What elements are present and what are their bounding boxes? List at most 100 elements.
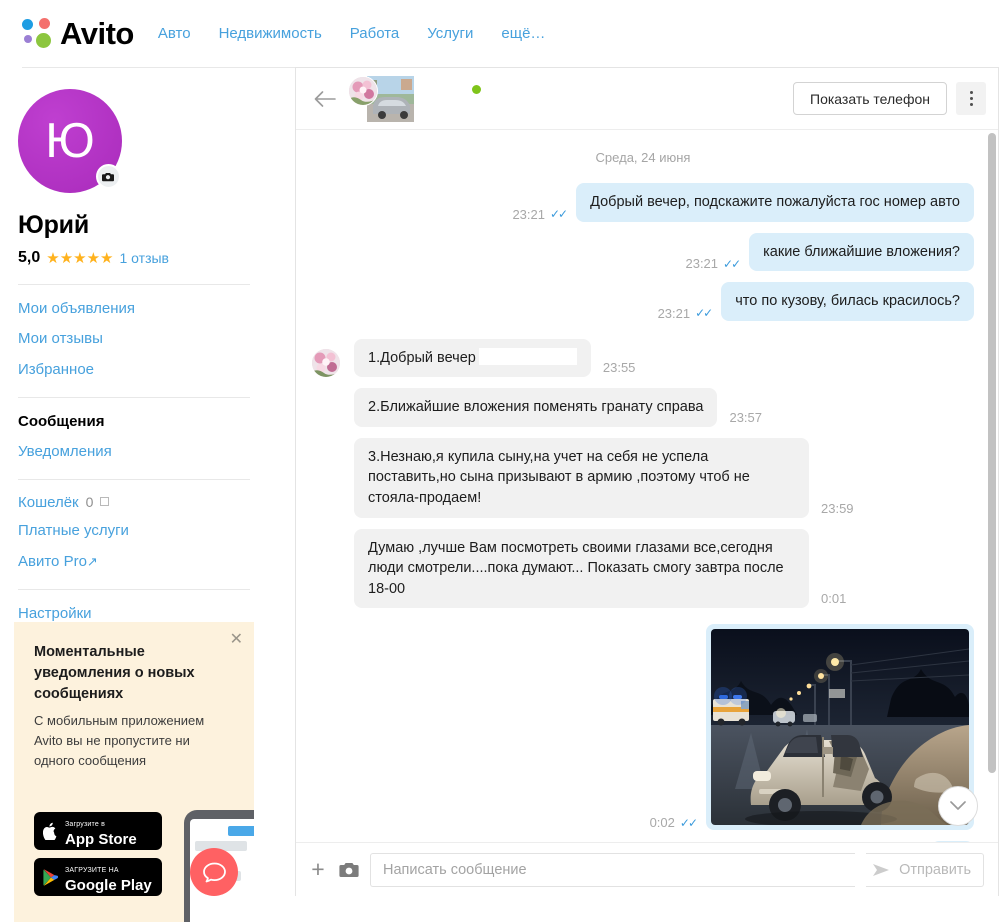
main-nav: Авто Недвижимость Работа Услуги ещё… (158, 25, 546, 42)
date-separator: Среда, 24 июня (312, 150, 974, 165)
reviews-count-link[interactable]: 1 отзыв (120, 250, 170, 266)
sidebar-item-avito-pro[interactable]: Авито Pro↗ (18, 552, 270, 572)
google-play-sub: ЗАГРУЗИТЕ НА (65, 867, 119, 874)
contact-avatar-image[interactable] (312, 349, 340, 377)
sidebar-item-messages[interactable]: Сообщения (18, 412, 270, 432)
message-time: 23:21 (512, 207, 545, 222)
sidebar-item-wallet[interactable]: Кошелёк 0 (18, 494, 270, 511)
avito-logo[interactable]: Avito (22, 18, 134, 49)
read-receipt-icon: ✓✓ (680, 816, 696, 830)
change-photo-camera-icon[interactable] (96, 164, 121, 189)
nav-item-auto[interactable]: Авто (158, 25, 191, 42)
message-row[interactable]: 23:21 ✓✓ что по кузову, билась красилось… (312, 282, 974, 321)
message-text: 2.Ближайшие вложения поменять гранату сп… (354, 388, 717, 427)
avito-logo-dots-icon (22, 18, 53, 49)
apple-icon (43, 822, 58, 840)
rating-stars-icon: ★★★★★ (46, 249, 113, 267)
chat-bubble-icon (190, 848, 238, 896)
message-meta: 23:59 (821, 501, 854, 516)
nav-item-jobs[interactable]: Работа (350, 25, 400, 42)
nav-item-more[interactable]: ещё… (501, 25, 545, 42)
message-meta: 23:21 ✓✓ (512, 207, 566, 222)
sidebar-divider-1 (18, 284, 250, 285)
chat-scrollbar[interactable] (988, 131, 996, 857)
message-meta: 23:21 ✓✓ (658, 306, 712, 321)
message-text: что по кузову, билась красилось? (721, 282, 974, 321)
message-row-photo[interactable]: 0:02 ✓✓ (312, 624, 974, 830)
scroll-to-bottom-button[interactable] (938, 786, 978, 826)
external-link-icon: ↗ (87, 554, 98, 569)
site-header: Avito Авто Недвижимость Работа Услуги ещ… (0, 0, 999, 67)
sidebar-item-paid-services[interactable]: Платные услуги (18, 521, 270, 541)
avatar[interactable]: Ю (18, 89, 122, 193)
google-play-button[interactable]: ЗАГРУЗИТЕ НА Google Play (34, 858, 162, 896)
chat-header: Показать телефон (296, 68, 998, 130)
google-play-main: Google Play (65, 877, 152, 894)
sidebar-item-my-ads[interactable]: Мои объявления (18, 299, 270, 319)
sidebar-divider-4 (18, 589, 250, 590)
message-meta: 0:02 ✓✓ (650, 815, 696, 830)
message-meta: 23:57 (729, 410, 762, 425)
sidebar-divider-3 (18, 479, 250, 480)
show-phone-button[interactable]: Показать телефон (793, 82, 947, 115)
message-text: Думаю ,лучше Вам посмотреть своими глаза… (354, 529, 809, 609)
sidebar-item-favorites[interactable]: Избранное (18, 360, 270, 380)
google-play-icon (43, 869, 58, 886)
photo-message-bubble[interactable] (706, 624, 974, 830)
message-row[interactable]: Думаю ,лучше Вам посмотреть своими глаза… (312, 529, 974, 609)
close-icon[interactable]: ✕ (230, 632, 243, 648)
message-row[interactable]: 23:21 ✓✓ Добрый вечер, подскажите пожалу… (312, 183, 974, 222)
chat-panel: Показать телефон Среда, 24 июня 23:21 ✓✓… (295, 67, 999, 896)
app-store-button[interactable]: Загрузите в App Store (34, 812, 162, 850)
message-time: 23:57 (729, 410, 762, 425)
contact-avatar-image[interactable] (348, 76, 378, 106)
rating-value: 5,0 (18, 249, 40, 267)
online-status-indicator (472, 85, 481, 94)
read-receipt-icon: ✓✓ (695, 306, 711, 320)
attach-photo-camera-icon[interactable] (339, 861, 359, 878)
message-text: какие ближайшие вложения? (749, 233, 974, 272)
promo-body: С мобильным приложением Avito вы не проп… (34, 711, 219, 771)
sidebar-item-settings[interactable]: Настройки (18, 604, 270, 624)
conversation-thumbnails[interactable] (348, 76, 414, 122)
attach-file-icon[interactable]: + (308, 858, 328, 881)
currency-icon (100, 497, 109, 506)
nav-item-realty[interactable]: Недвижимость (219, 25, 322, 42)
sidebar-item-my-reviews[interactable]: Мои отзывы (18, 329, 270, 349)
message-row[interactable]: 2.Ближайшие вложения поменять гранату сп… (312, 388, 974, 427)
message-meta: 23:55 (603, 360, 636, 375)
message-list[interactable]: Среда, 24 июня 23:21 ✓✓ Добрый вечер, по… (296, 130, 998, 842)
message-input[interactable] (370, 853, 855, 887)
nav-item-services[interactable]: Услуги (427, 25, 473, 42)
message-time: 0:02 (650, 815, 675, 830)
message-time: 23:55 (603, 360, 636, 375)
redacted-block (479, 348, 577, 365)
read-receipt-icon: ✓✓ (550, 207, 566, 221)
message-time: 0:01 (821, 591, 846, 606)
message-row[interactable]: 1.Добрый вечер 23:55 (312, 339, 974, 378)
rating-row: 5,0 ★★★★★ 1 отзыв (18, 249, 270, 267)
more-options-icon[interactable] (956, 82, 986, 115)
wallet-balance: 0 (86, 494, 94, 510)
send-button[interactable]: Отправить (866, 853, 984, 887)
message-text: 3.Незнаю,я купила сыну,на учет на себя н… (354, 438, 809, 518)
message-time: 23:21 (658, 306, 691, 321)
message-composer: + Отправить (296, 842, 998, 896)
message-row[interactable]: 3.Незнаю,я купила сыну,на учет на себя н… (312, 438, 974, 518)
app-promo-card: ✕ Моментальные уведомления о новых сообщ… (14, 622, 254, 922)
message-text: 1.Добрый вечер (368, 350, 476, 366)
back-arrow-icon[interactable] (310, 84, 340, 114)
message-meta: 0:01 (821, 591, 846, 606)
accident-photo-image[interactable] (711, 629, 969, 825)
app-store-main: App Store (65, 831, 137, 848)
read-receipt-icon: ✓✓ (723, 257, 739, 271)
sidebar-item-notifications[interactable]: Уведомления (18, 442, 270, 462)
message-time: 23:59 (821, 501, 854, 516)
message-text: Добрый вечер, подскажите пожалуйста гос … (576, 183, 974, 222)
message-row[interactable]: 23:21 ✓✓ какие ближайшие вложения? (312, 233, 974, 272)
wallet-label[interactable]: Кошелёк (18, 494, 79, 511)
chat-scrollbar-thumb (988, 133, 996, 773)
avito-pro-label: Авито Pro (18, 553, 87, 570)
message-bubble: 1.Добрый вечер (354, 339, 591, 378)
sidebar-divider-2 (18, 397, 250, 398)
